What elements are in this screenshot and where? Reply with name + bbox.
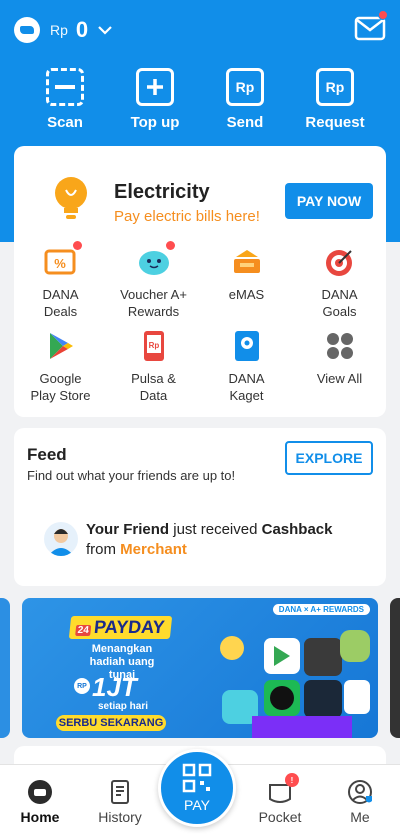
service-label: DANA Kaget xyxy=(228,371,265,403)
service-label: Pulsa & Data xyxy=(131,371,176,403)
pay-now-button[interactable]: PAY NOW xyxy=(285,183,373,219)
new-badge xyxy=(72,241,82,250)
scan-icon xyxy=(46,68,84,106)
feed-object: Cashback xyxy=(261,521,333,538)
nav-label: Me xyxy=(350,809,370,825)
feed-merchant: Merchant xyxy=(120,541,187,558)
service-dana-kaget[interactable]: DANA Kaget xyxy=(200,328,293,404)
banner-amount: 1JT xyxy=(92,672,137,702)
app-logos-illustration xyxy=(220,630,370,738)
dana-logo-icon xyxy=(14,17,40,43)
banner-rp-icon: RP xyxy=(74,678,90,694)
nav-label: Home xyxy=(20,809,60,825)
balance-currency: Rp xyxy=(50,22,68,38)
dana-goals-icon xyxy=(322,244,358,280)
service-label: DANA Goals xyxy=(321,287,358,319)
bottom-navigation: Home History PAY ! Pocket Me xyxy=(0,749,400,834)
service-label: Google Play Store xyxy=(30,371,91,403)
inbox-icon[interactable] xyxy=(354,10,388,42)
balance-amount[interactable]: 0 xyxy=(76,17,88,43)
banner-tag-text: PAYDAY xyxy=(93,617,166,637)
google-play-icon xyxy=(43,328,79,364)
nav-label: Pocket xyxy=(258,809,302,825)
promo-banner[interactable]: DANA × A+ REWARDS 24 PAYDAY Menangkan had… xyxy=(22,598,378,738)
request-button[interactable]: Rp Request xyxy=(295,68,375,131)
pocket-badge: ! xyxy=(285,773,299,787)
pulsa-data-icon: Rp xyxy=(136,328,172,364)
me-icon xyxy=(347,779,373,805)
new-badge xyxy=(165,241,175,250)
service-dana-goals[interactable]: DANA Goals xyxy=(293,244,386,320)
chevron-down-icon[interactable] xyxy=(98,23,112,37)
banner-subline: setiap hari xyxy=(98,701,149,712)
explore-button[interactable]: EXPLORE xyxy=(285,441,373,475)
banner-prev-peek[interactable] xyxy=(0,598,10,738)
banner-brand: DANA × A+ REWARDS xyxy=(272,604,370,615)
service-dana-deals[interactable]: % DANA Deals xyxy=(14,241,107,320)
pocket-icon: ! xyxy=(267,773,299,805)
avatar xyxy=(44,522,78,556)
request-label: Request xyxy=(305,114,365,131)
service-google-play[interactable]: Google Play Store xyxy=(14,328,107,404)
quick-actions: Scan Top up Rp Send Rp Request xyxy=(0,68,400,131)
svg-text:Rp: Rp xyxy=(148,341,159,350)
scan-label: Scan xyxy=(47,114,83,131)
send-icon: Rp xyxy=(226,68,264,106)
nav-pay-slot: PAY xyxy=(158,749,240,834)
send-label: Send xyxy=(226,114,264,131)
emas-icon xyxy=(229,244,265,280)
top-up-button[interactable]: Top up xyxy=(115,68,195,131)
view-all-icon xyxy=(322,328,358,364)
pay-label: PAY xyxy=(184,797,210,813)
service-view-all[interactable]: View All xyxy=(293,328,386,404)
dana-kaget-icon xyxy=(229,328,265,364)
feed-from: from xyxy=(86,541,121,558)
banner-tag-number: 24 xyxy=(75,625,92,636)
feed-action: just received xyxy=(169,521,262,538)
promo-title: Electricity xyxy=(114,181,210,203)
top-up-label: Top up xyxy=(130,114,180,131)
nav-history[interactable]: History xyxy=(80,765,160,834)
scan-button[interactable]: Scan xyxy=(25,68,105,131)
services-card: Electricity Pay electric bills here! PAY… xyxy=(14,146,386,417)
banner-cta[interactable]: SERBU SEKARANG xyxy=(56,715,166,731)
svg-text:%: % xyxy=(54,256,66,271)
top-up-icon xyxy=(136,68,174,106)
nav-me[interactable]: Me xyxy=(320,765,400,834)
lightbulb-icon xyxy=(52,176,90,222)
send-button[interactable]: Rp Send xyxy=(205,68,285,131)
nav-home[interactable]: Home xyxy=(0,765,80,834)
service-label: Voucher A+ Rewards xyxy=(120,287,187,319)
feed-title: Feed xyxy=(27,445,67,464)
service-label: DANA Deals xyxy=(42,287,79,319)
feed-actor: Your Friend xyxy=(86,521,170,538)
pay-qr-icon xyxy=(182,763,212,793)
history-icon xyxy=(107,779,133,805)
banner-tag: 24 PAYDAY xyxy=(68,616,172,639)
service-pulsa-data[interactable]: Rp Pulsa & Data xyxy=(107,328,200,404)
service-label: eMAS xyxy=(228,287,265,302)
voucher-rewards-icon xyxy=(136,241,175,280)
notification-dot xyxy=(378,10,388,20)
request-icon: Rp xyxy=(316,68,354,106)
home-icon xyxy=(27,779,53,805)
service-emas[interactable]: eMAS xyxy=(200,244,293,320)
service-voucher-rewards[interactable]: Voucher A+ Rewards xyxy=(107,241,200,320)
feed-subtitle: Find out what your friends are up to! xyxy=(27,468,236,483)
feed-item[interactable]: Your Friend just received Cashback from … xyxy=(86,520,332,560)
nav-label: History xyxy=(98,809,142,825)
pay-button[interactable]: PAY xyxy=(158,749,236,827)
dana-deals-icon: % xyxy=(43,241,82,280)
nav-pocket[interactable]: ! Pocket xyxy=(240,765,320,834)
banner-next-peek[interactable] xyxy=(390,598,400,738)
services-grid: % DANA Deals Voucher A+ Rewards eMAS DAN… xyxy=(14,241,386,404)
feed-card: Feed Find out what your friends are up t… xyxy=(14,428,386,586)
service-label: View All xyxy=(316,371,363,386)
promo-subtitle: Pay electric bills here! xyxy=(114,208,260,225)
top-bar: Rp 0 xyxy=(0,0,400,60)
